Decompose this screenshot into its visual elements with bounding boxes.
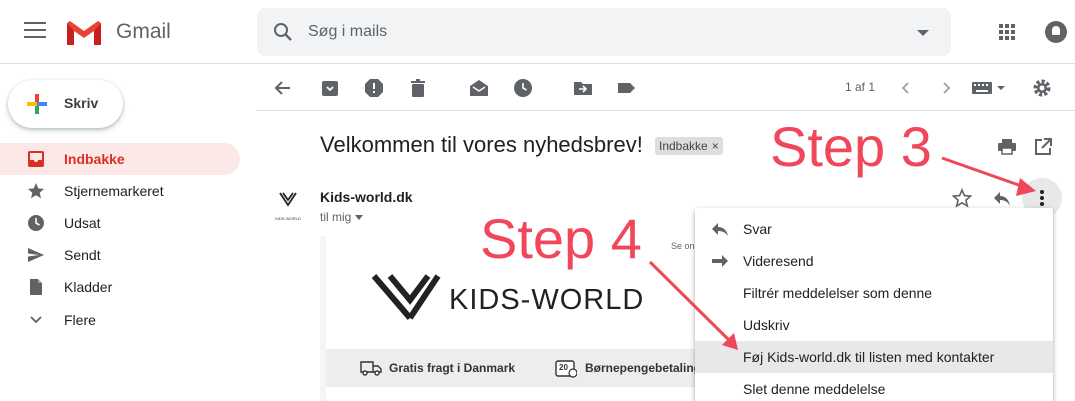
- top-bar: Gmail Søg i mails: [0, 0, 1075, 64]
- kids-world-logo-text[interactable]: KIDS-WORLD: [449, 284, 644, 317]
- apps-grid-icon[interactable]: [999, 24, 1015, 40]
- child-allowance-text: Børnepengebetaling: [585, 361, 702, 375]
- sidebar-item-label: Udsat: [64, 215, 101, 231]
- menu-item-print[interactable]: Udskriv: [695, 309, 1053, 341]
- plus-icon: [27, 94, 47, 114]
- inbox-label-chip[interactable]: Indbakke ×: [655, 137, 723, 155]
- sidebar-item-label: Stjernemarkeret: [64, 183, 164, 199]
- benefit-bar: Gratis fragt i Danmark 20 Børnepengebeta…: [326, 349, 714, 387]
- sidebar-item-sent[interactable]: Sendt: [0, 239, 240, 271]
- sidebar-item-label: Indbakke: [64, 151, 125, 167]
- menu-item-forward[interactable]: Videresend: [695, 245, 1053, 277]
- email-subject: Velkommen til vores nyhedsbrev!: [320, 132, 643, 157]
- move-to-icon[interactable]: [573, 78, 593, 98]
- chevron-left-icon[interactable]: [897, 79, 915, 97]
- mark-unread-icon[interactable]: [469, 78, 489, 98]
- menu-item-label: Føj Kids-world.dk til listen med kontakt…: [743, 349, 995, 365]
- brand-name[interactable]: Gmail: [116, 20, 171, 44]
- delete-icon[interactable]: [408, 78, 428, 98]
- menu-item-label: Slet denne meddelelse: [743, 381, 886, 397]
- recipient-text: til mig: [320, 210, 352, 224]
- compose-label: Skriv: [64, 95, 99, 111]
- compose-button[interactable]: Skriv: [8, 80, 123, 128]
- remove-label-button[interactable]: ×: [712, 139, 719, 153]
- reply-icon: [712, 223, 728, 236]
- settings-gear-icon[interactable]: [1032, 78, 1052, 98]
- sidebar-item-label: Sendt: [64, 247, 101, 263]
- step-4-annotation: Step 4: [480, 207, 642, 270]
- truck-icon: [360, 361, 382, 376]
- menu-item-reply[interactable]: Svar: [695, 213, 1053, 245]
- sidebar-item-snoozed[interactable]: Udsat: [0, 207, 240, 239]
- notifications-icon[interactable]: [1045, 21, 1067, 43]
- sidebar-item-more[interactable]: Flere: [0, 304, 240, 336]
- forward-icon: [712, 255, 728, 267]
- open-new-window-icon[interactable]: [1033, 137, 1053, 157]
- menu-item-add-to-contacts[interactable]: Føj Kids-world.dk til listen med kontakt…: [695, 341, 1053, 373]
- recipient-details-toggle[interactable]: til mig: [320, 210, 364, 224]
- calendar-20-icon: 20: [555, 358, 578, 378]
- kids-world-avatar-logo-icon: [279, 192, 297, 207]
- gmail-logo-icon[interactable]: [65, 19, 103, 47]
- free-shipping-text: Gratis fragt i Danmark: [389, 361, 516, 375]
- send-icon: [28, 248, 44, 262]
- label-chip-text: Indbakke: [659, 139, 708, 153]
- draft-icon: [30, 279, 42, 295]
- report-spam-icon[interactable]: [364, 78, 384, 98]
- sidebar-item-starred[interactable]: Stjernemarkeret: [0, 175, 240, 207]
- chevron-down-icon: [30, 316, 42, 324]
- back-arrow-icon[interactable]: [273, 78, 293, 98]
- inbox-icon: [28, 151, 44, 167]
- step-3-annotation: Step 3: [770, 115, 932, 178]
- keyboard-icon[interactable]: [972, 80, 1006, 96]
- main-menu-button[interactable]: [24, 22, 46, 42]
- search-options-icon[interactable]: [917, 30, 929, 36]
- chevron-right-icon[interactable]: [937, 79, 955, 97]
- sidebar-item-label: Flere: [64, 312, 96, 328]
- print-icon[interactable]: [997, 137, 1017, 157]
- sidebar-item-label: Kladder: [64, 279, 113, 295]
- toolbar-divider: [256, 110, 1075, 111]
- sender-name: Kids-world.dk: [320, 189, 413, 205]
- search-icon[interactable]: [273, 22, 293, 42]
- menu-item-delete[interactable]: Slet denne meddelelse: [695, 373, 1053, 401]
- sidebar-item-inbox[interactable]: Indbakke: [0, 143, 240, 175]
- page-count: 1 af 1: [845, 80, 876, 94]
- snooze-icon[interactable]: [513, 78, 533, 98]
- caret-down-icon: [355, 215, 364, 221]
- menu-item-filter[interactable]: Filtrér meddelelser som denne: [695, 277, 1053, 309]
- badge-number: 20: [559, 363, 568, 372]
- star-icon[interactable]: [952, 188, 972, 208]
- menu-item-label: Udskriv: [743, 317, 790, 333]
- avatar-text: KIDS-WORLD: [275, 216, 301, 221]
- menu-item-label: Filtrér meddelelser som denne: [743, 285, 933, 301]
- search-bar[interactable]: Søg i mails: [257, 8, 951, 56]
- message-options-menu: Svar Videresend Filtrér meddelelser som …: [695, 208, 1053, 401]
- label-icon[interactable]: [616, 78, 636, 98]
- clock-icon: [28, 215, 44, 231]
- kids-world-logo-icon[interactable]: [370, 270, 444, 322]
- search-input[interactable]: Søg i mails: [308, 23, 387, 41]
- menu-item-label: Svar: [743, 221, 772, 237]
- sender-avatar: KIDS-WORLD: [273, 190, 303, 221]
- menu-item-label: Videresend: [743, 253, 814, 269]
- archive-icon[interactable]: [320, 78, 340, 98]
- star-icon: [28, 183, 44, 199]
- reply-icon[interactable]: [992, 188, 1012, 208]
- sidebar-item-drafts[interactable]: Kladder: [0, 271, 240, 303]
